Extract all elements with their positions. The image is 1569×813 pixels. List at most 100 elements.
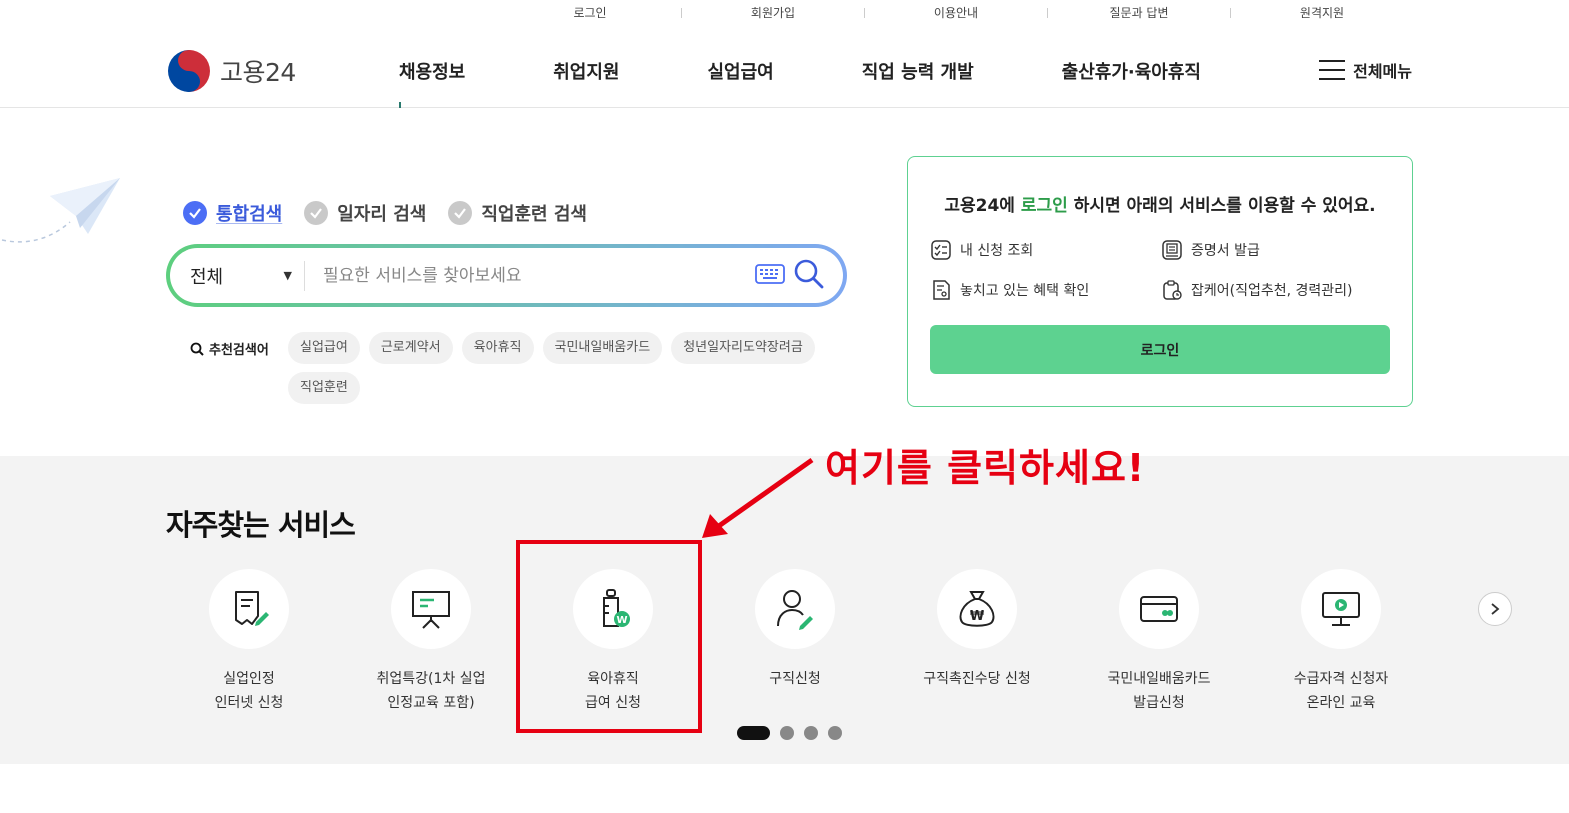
annotation-text: 여기를 클릭하세요!	[825, 446, 1146, 490]
taegeuk-logo-icon	[168, 50, 210, 92]
service-label: 내 신청 조회	[960, 243, 1034, 259]
keyword-chips: 실업급여 근로계약서 육아휴직 국민내일배움카드 청년일자리도약장려금 직업훈련	[288, 332, 848, 404]
money-bag-won-icon: ₩	[959, 591, 995, 627]
keyword-chip[interactable]: 청년일자리도약장려금	[671, 332, 815, 364]
service-icon-circle	[755, 569, 835, 649]
nav-item-unemployment-benefit[interactable]: 실업급여	[708, 58, 774, 84]
util-remote-link[interactable]: 원격지원	[1231, 4, 1413, 21]
service-icon-circle: ₩	[937, 569, 1017, 649]
service-certificate[interactable]: 증명서 발급	[1161, 239, 1260, 261]
service-item-job-seeking[interactable]: 구직신청	[704, 569, 886, 715]
tab-label: 직업훈련 검색	[481, 204, 587, 225]
presentation-board-icon	[412, 591, 450, 629]
search-box: 전체 ▼	[166, 244, 847, 307]
pagination-dot[interactable]	[828, 726, 842, 740]
search-tabs: 통합검색 일자리 검색 직업훈련 검색	[183, 200, 587, 226]
service-icon-circle	[391, 569, 471, 649]
hamburger-icon	[1319, 60, 1346, 80]
tab-label: 통합검색	[216, 204, 283, 225]
search-icon[interactable]	[793, 258, 825, 290]
pagination-dot[interactable]	[804, 726, 818, 740]
service-label: 증명서 발급	[1191, 243, 1260, 259]
tab-job-search[interactable]: 일자리 검색	[304, 200, 426, 226]
service-item-unemployment-certification[interactable]: 실업인정 인터넷 신청	[158, 569, 340, 715]
util-login-link[interactable]: 로그인	[499, 4, 681, 21]
nav-item-parental-leave[interactable]: 출산휴가·육아휴직	[1062, 58, 1201, 84]
service-item-job-seeking-allowance[interactable]: ₩ 구직촉진수당 신청	[886, 569, 1068, 715]
keyword-chip[interactable]: 직업훈련	[288, 372, 360, 404]
annotation-arrow-icon	[702, 457, 814, 538]
keyword-chip[interactable]: 실업급여	[288, 332, 360, 364]
util-signup-link[interactable]: 회원가입	[682, 4, 864, 21]
title-highlight: 로그인	[1020, 196, 1068, 216]
util-guide-link[interactable]: 이용안내	[865, 4, 1047, 21]
login-button[interactable]: 로그인	[930, 325, 1390, 374]
certificate-pen-icon	[235, 591, 269, 626]
util-qna-link[interactable]: 질문과 답변	[1048, 4, 1230, 21]
nav-item-jobs[interactable]: 채용정보	[399, 58, 465, 84]
svg-text:₩: ₩	[970, 609, 985, 624]
logo[interactable]: 고용24	[168, 50, 296, 92]
service-icon-circle	[1119, 569, 1199, 649]
service-label: 수급자격 신청자 온라인 교육	[1293, 671, 1389, 711]
service-label: 구직촉진수당 신청	[923, 671, 1031, 687]
checklist-icon	[931, 240, 951, 260]
nav-item-job-training[interactable]: 직업 능력 개발	[862, 58, 974, 84]
annotation-highlight-box	[516, 540, 702, 733]
section-title: 자주찾는 서비스	[166, 508, 356, 542]
check-circle-icon	[304, 201, 329, 225]
nav-item-employment-support[interactable]: 취업지원	[553, 58, 619, 84]
person-pen-icon	[777, 590, 813, 630]
card-icon	[1140, 596, 1178, 622]
service-carousel: 실업인정 인터넷 신청 취업특강(1차 실업 인정교육 포함) W 육아휴직 급…	[158, 569, 1432, 715]
service-jobcare[interactable]: 잡케어(직업추천, 경력관리)	[1161, 279, 1353, 301]
pagination-dot[interactable]	[780, 726, 794, 740]
keyword-chip[interactable]: 근로계약서	[368, 332, 453, 364]
caret-down-icon: ▼	[283, 269, 292, 282]
check-circle-icon	[448, 201, 473, 225]
document-user-icon	[933, 280, 950, 300]
service-label: 놓치고 있는 혜택 확인	[960, 283, 1090, 299]
recommend-label: 추천검색어	[209, 343, 269, 358]
check-circle-icon	[183, 201, 207, 225]
pagination-dot-active[interactable]	[737, 726, 770, 740]
header: 고용24 채용정보 취업지원 실업급여 직업 능력 개발 출산휴가·육아휴직 전…	[0, 40, 1569, 108]
tab-integrated-search[interactable]: 통합검색	[183, 200, 282, 226]
clipboard-clock-icon	[1163, 280, 1182, 300]
paper-plane-icon	[1, 178, 120, 243]
chevron-right-icon	[1491, 603, 1500, 615]
keyword-chip[interactable]: 국민내일배움카드	[542, 332, 663, 364]
search-input[interactable]	[305, 265, 705, 286]
service-label: 잡케어(직업추천, 경력관리)	[1191, 283, 1353, 299]
service-label: 국민내일배움카드 발급신청	[1107, 671, 1211, 711]
service-label: 구직신청	[769, 671, 821, 687]
service-item-online-education[interactable]: 수급자격 신청자 온라인 교육	[1250, 569, 1432, 715]
logo-text: 고용24	[220, 58, 296, 87]
all-menu-label: 전체메뉴	[1353, 62, 1412, 81]
search-category-select[interactable]: 전체 ▼	[170, 260, 305, 291]
recommend-label-wrap: 추천검색어	[190, 339, 269, 358]
service-missed-benefits[interactable]: 놓치고 있는 혜택 확인	[930, 279, 1089, 301]
certificate-icon	[1162, 240, 1182, 260]
service-icon-circle	[209, 569, 289, 649]
service-label: 실업인정 인터넷 신청	[214, 671, 284, 711]
service-icon-circle	[1301, 569, 1381, 649]
tab-training-search[interactable]: 직업훈련 검색	[448, 200, 587, 226]
service-my-applications[interactable]: 내 신청 조회	[930, 239, 1033, 261]
login-panel-title: 고용24에 로그인 하시면 아래의 서비스를 이용할 수 있어요.	[908, 191, 1412, 216]
utility-bar: 로그인 회원가입 이용안내 질문과 답변 원격지원	[499, 4, 1413, 21]
keyboard-icon[interactable]	[755, 264, 785, 284]
title-text: 하시면 아래의 서비스를 이용할 수 있어요.	[1067, 196, 1376, 216]
keyword-chip[interactable]: 육아휴직	[461, 332, 534, 364]
service-item-learning-card[interactable]: 국민내일배움카드 발급신청	[1068, 569, 1250, 715]
monitor-play-icon	[1322, 592, 1360, 626]
login-panel: 고용24에 로그인 하시면 아래의 서비스를 이용할 수 있어요. 내 신청 조…	[907, 156, 1413, 407]
tab-label: 일자리 검색	[337, 204, 427, 225]
nav-active-indicator	[399, 102, 401, 108]
search-icon	[190, 342, 204, 356]
title-text: 고용24에	[944, 196, 1021, 216]
main-nav: 채용정보 취업지원 실업급여 직업 능력 개발 출산휴가·육아휴직	[399, 58, 1201, 84]
carousel-next-button[interactable]	[1478, 592, 1512, 626]
all-menu-button[interactable]: 전체메뉴	[1319, 58, 1412, 82]
service-item-job-lecture[interactable]: 취업특강(1차 실업 인정교육 포함)	[340, 569, 522, 715]
